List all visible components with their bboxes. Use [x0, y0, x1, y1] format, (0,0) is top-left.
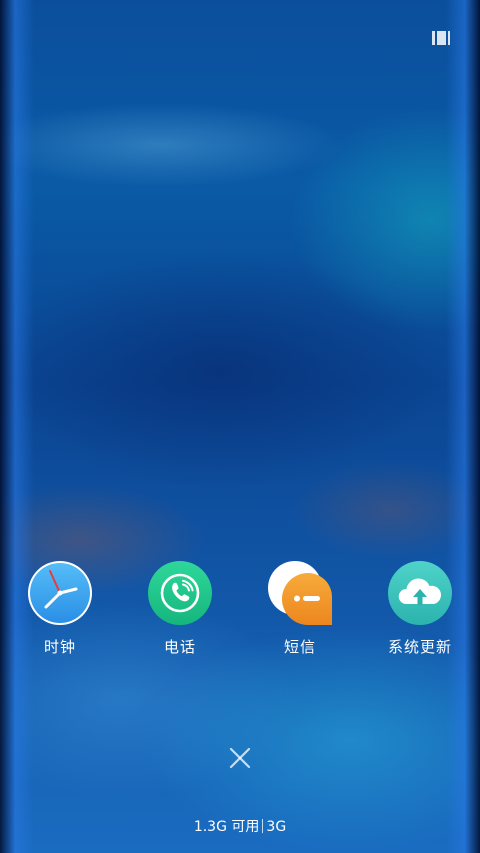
- app-clock[interactable]: 时钟: [5, 561, 115, 657]
- recent-apps-icon: [432, 31, 450, 45]
- app-label: 时钟: [43, 638, 76, 656]
- clock-icon: [28, 561, 92, 625]
- memory-available: 1.3G 可用: [193, 819, 260, 835]
- app-system-update[interactable]: 系统更新: [365, 561, 475, 657]
- memory-total: 3G: [266, 819, 287, 835]
- app-label: 短信: [283, 638, 316, 656]
- app-messages[interactable]: 短信: [245, 561, 355, 657]
- memory-separator: [262, 819, 264, 833]
- wallpaper: [0, 0, 480, 853]
- close-button[interactable]: [225, 743, 255, 773]
- phone-icon: [148, 561, 212, 625]
- app-label: 电话: [163, 638, 196, 656]
- close-icon: [229, 747, 251, 769]
- app-label: 系统更新: [387, 638, 452, 656]
- cloud-upload-icon: [388, 561, 452, 625]
- memory-info: 1.3G 可用 3G: [0, 816, 480, 836]
- app-phone[interactable]: 电话: [125, 561, 235, 657]
- message-icon: [268, 561, 332, 625]
